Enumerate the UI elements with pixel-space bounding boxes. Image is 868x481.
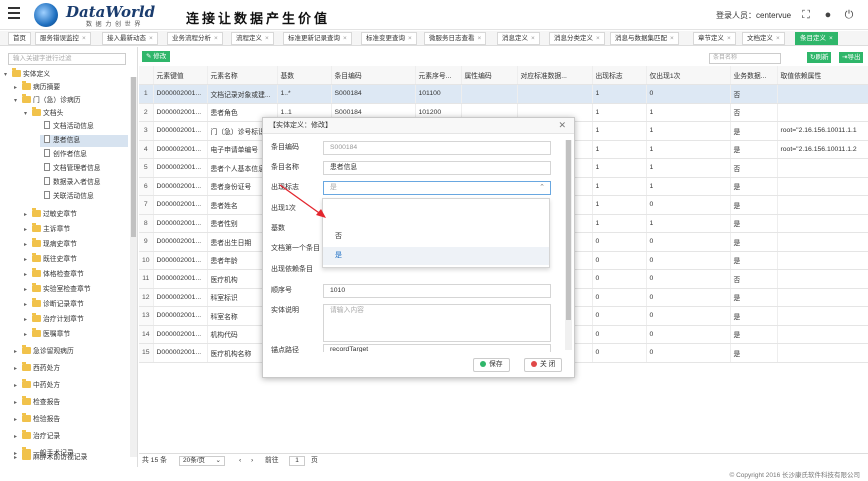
arrow-line <box>279 184 323 216</box>
arrow-head <box>316 209 326 218</box>
annotation-arrow <box>279 184 326 218</box>
